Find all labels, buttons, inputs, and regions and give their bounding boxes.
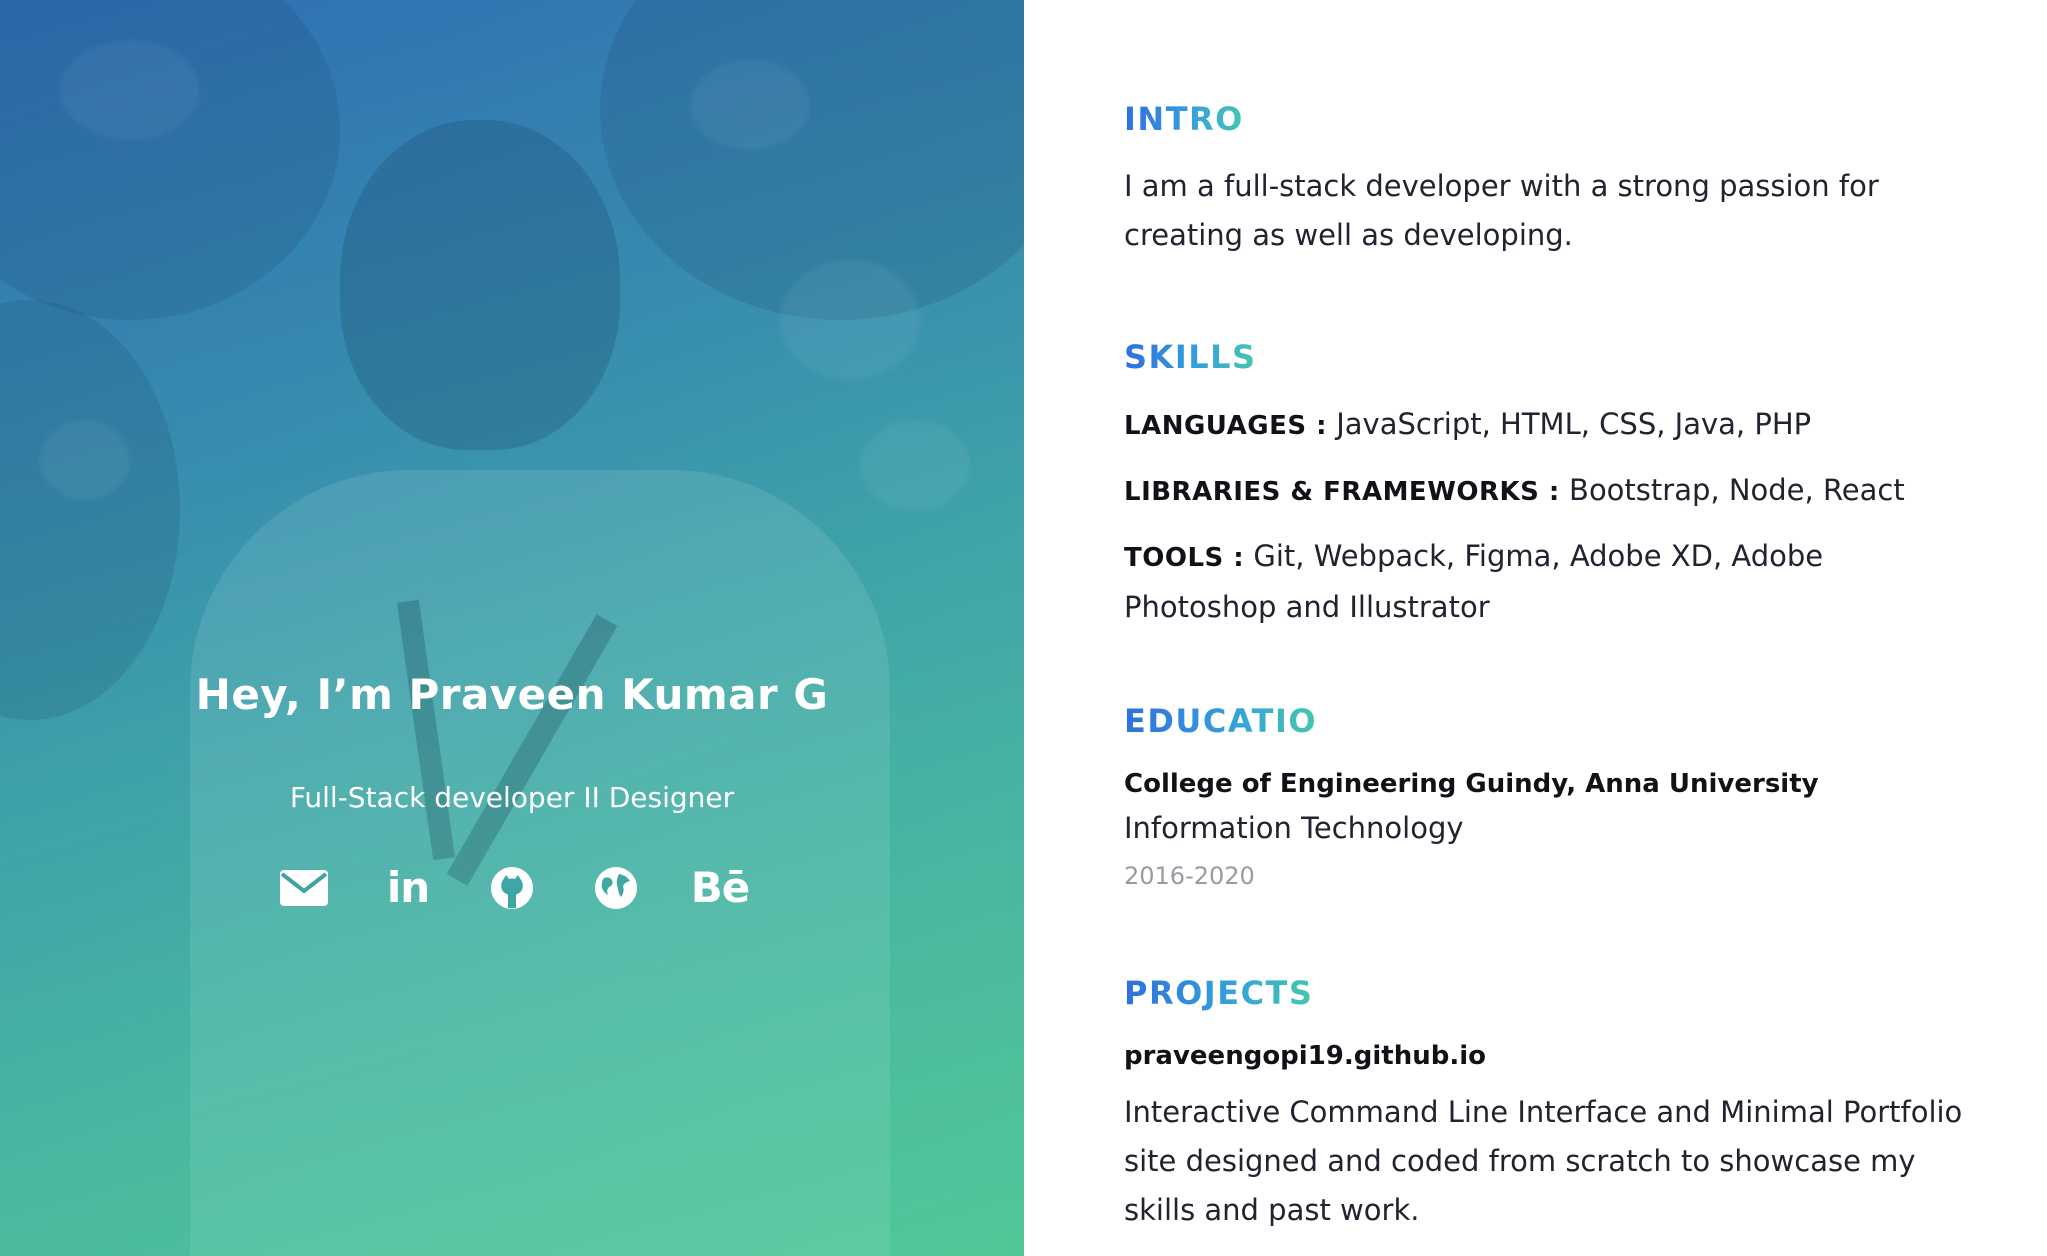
hero-gradient-overlay bbox=[0, 0, 1024, 1256]
skill-row-frameworks: LIBRARIES & FRAMEWORKS : Bootstrap, Node… bbox=[1124, 466, 1967, 517]
education-degree: Information Technology bbox=[1124, 811, 1464, 845]
behance-link[interactable]: Bē bbox=[691, 862, 750, 914]
project-description: Interactive Command Line Interface and M… bbox=[1124, 1095, 1963, 1227]
skills-heading: SKILLS bbox=[1124, 338, 1257, 376]
github-icon bbox=[490, 866, 534, 910]
hero-panel: Hey, I’m Praveen Kumar G Full-Stack deve… bbox=[0, 0, 1024, 1256]
skill-row-languages: LANGUAGES : JavaScript, HTML, CSS, Java,… bbox=[1124, 400, 1967, 451]
skill-value: JavaScript, HTML, CSS, Java, PHP bbox=[1327, 407, 1812, 441]
linkedin-icon: in bbox=[386, 863, 430, 912]
skill-key: LANGUAGES : bbox=[1124, 411, 1328, 441]
github-link[interactable] bbox=[486, 862, 538, 914]
education-years: 2016-2020 bbox=[1124, 862, 1255, 890]
resume-content: INTRO I am a full-stack developer with a… bbox=[1024, 0, 2047, 1256]
skill-key: LIBRARIES & FRAMEWORKS : bbox=[1124, 477, 1560, 507]
skill-row-tools: TOOLS : Git, Webpack, Figma, Adobe XD, A… bbox=[1124, 532, 1967, 632]
intro-section: INTRO I am a full-stack developer with a… bbox=[1124, 100, 1967, 260]
skill-value: Bootstrap, Node, React bbox=[1559, 473, 1905, 507]
hero-content: Hey, I’m Praveen Kumar G Full-Stack deve… bbox=[0, 670, 1024, 914]
page: Hey, I’m Praveen Kumar G Full-Stack deve… bbox=[0, 0, 2047, 1256]
globe-icon bbox=[594, 866, 638, 910]
projects-section: PROJECTS praveengopi19.github.io Interac… bbox=[1124, 974, 1967, 1235]
envelope-icon bbox=[279, 869, 329, 907]
social-links: in Bē bbox=[0, 862, 1024, 914]
skill-key: TOOLS : bbox=[1124, 543, 1245, 573]
intro-heading: INTRO bbox=[1124, 100, 1244, 138]
intro-text: I am a full-stack developer with a stron… bbox=[1124, 169, 1879, 252]
hero-subtitle: Full-Stack developer II Designer bbox=[289, 781, 735, 814]
projects-heading: PROJECTS bbox=[1124, 974, 1314, 1012]
linkedin-link[interactable]: in bbox=[382, 862, 434, 914]
skills-section: SKILLS LANGUAGES : JavaScript, HTML, CSS… bbox=[1124, 338, 1967, 632]
project-name-link[interactable]: praveengopi19.github.io bbox=[1124, 1036, 1967, 1076]
education-school: College of Engineering Guindy, Anna Univ… bbox=[1124, 769, 1819, 799]
behance-icon: Bē bbox=[690, 863, 750, 912]
email-link[interactable] bbox=[278, 862, 330, 914]
education-heading: EDUCATIO bbox=[1124, 702, 1318, 740]
website-link[interactable] bbox=[590, 862, 642, 914]
education-section: EDUCATIO College of Engineering Guindy, … bbox=[1124, 702, 1967, 900]
hero-name: Hey, I’m Praveen Kumar G bbox=[195, 670, 829, 719]
